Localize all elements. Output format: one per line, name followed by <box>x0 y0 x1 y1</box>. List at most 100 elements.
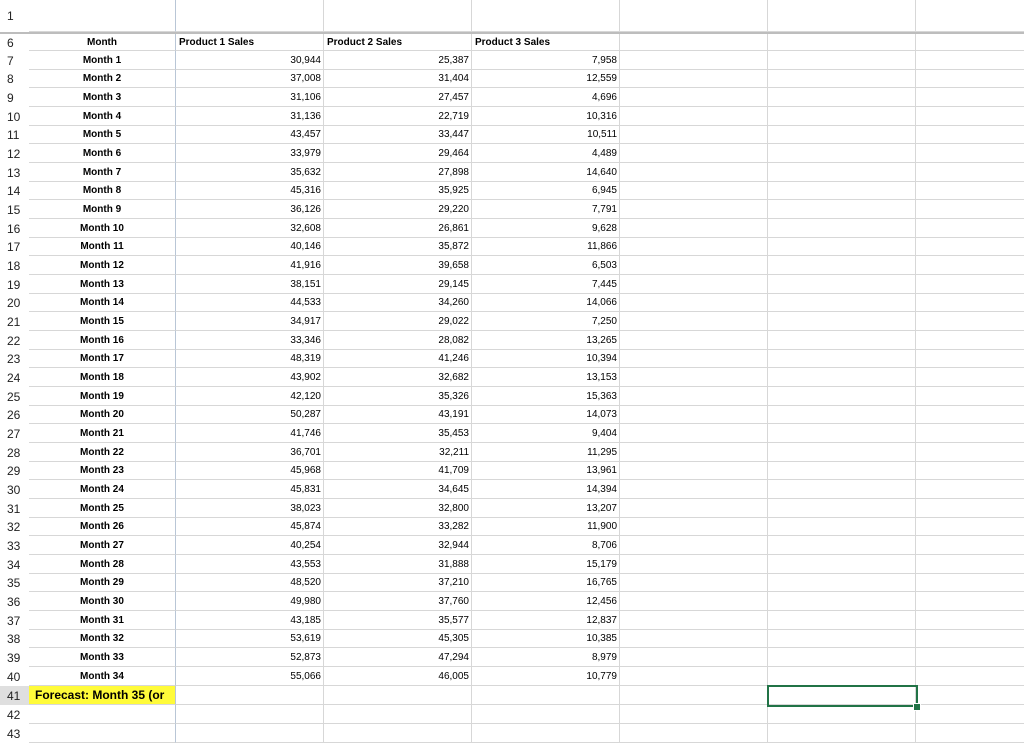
empty-cell[interactable] <box>768 499 916 518</box>
row-header[interactable]: 11 <box>0 126 29 144</box>
product3-sales-cell[interactable]: 12,456 <box>472 592 620 611</box>
empty-cell[interactable] <box>916 424 1024 443</box>
month-cell[interactable]: Month 20 <box>29 406 176 424</box>
row-header[interactable]: 36 <box>0 592 29 611</box>
empty-cell[interactable] <box>768 200 916 219</box>
empty-cell[interactable] <box>620 462 768 480</box>
header-product3-sales[interactable]: Product 3 Sales <box>472 34 620 51</box>
month-cell[interactable]: Month 31 <box>29 611 176 630</box>
month-cell[interactable]: Month 4 <box>29 107 176 126</box>
product3-sales-cell[interactable]: 9,404 <box>472 424 620 443</box>
product1-sales-cell[interactable]: 45,831 <box>176 480 324 499</box>
month-cell[interactable]: Month 19 <box>29 387 176 406</box>
row-header[interactable]: 38 <box>0 630 29 648</box>
month-cell[interactable]: Month 1 <box>29 51 176 70</box>
month-cell[interactable]: Month 16 <box>29 331 176 350</box>
row-header[interactable]: 35 <box>0 574 29 592</box>
empty-cell[interactable] <box>620 88 768 107</box>
product3-sales-cell[interactable]: 9,628 <box>472 219 620 238</box>
empty-cell[interactable] <box>768 0 916 32</box>
row-header[interactable]: 7 <box>0 51 29 70</box>
product2-sales-cell[interactable]: 46,005 <box>324 667 472 686</box>
product1-sales-cell[interactable]: 52,873 <box>176 648 324 667</box>
empty-cell[interactable] <box>620 107 768 126</box>
empty-cell[interactable] <box>916 574 1024 592</box>
product2-sales-cell[interactable]: 22,719 <box>324 107 472 126</box>
empty-cell[interactable] <box>916 368 1024 387</box>
row-header[interactable]: 33 <box>0 536 29 555</box>
empty-cell[interactable] <box>916 518 1024 536</box>
empty-cell[interactable] <box>620 443 768 462</box>
empty-cell[interactable] <box>916 0 1024 32</box>
row-header[interactable]: 18 <box>0 256 29 275</box>
row-header[interactable]: 27 <box>0 424 29 443</box>
product2-sales-cell[interactable]: 47,294 <box>324 648 472 667</box>
empty-cell[interactable] <box>768 331 916 350</box>
month-cell[interactable]: Month 8 <box>29 182 176 200</box>
product2-sales-cell[interactable]: 41,246 <box>324 350 472 368</box>
product2-sales-cell[interactable]: 35,872 <box>324 238 472 256</box>
product2-sales-cell[interactable]: 33,282 <box>324 518 472 536</box>
product3-sales-cell[interactable]: 15,363 <box>472 387 620 406</box>
product1-sales-cell[interactable]: 36,126 <box>176 200 324 219</box>
product2-sales-cell[interactable]: 29,220 <box>324 200 472 219</box>
month-cell[interactable]: Month 2 <box>29 70 176 88</box>
empty-cell[interactable] <box>768 368 916 387</box>
product2-sales-cell[interactable]: 31,404 <box>324 70 472 88</box>
product3-sales-cell[interactable]: 11,866 <box>472 238 620 256</box>
row-header[interactable]: 10 <box>0 107 29 126</box>
empty-cell[interactable] <box>916 331 1024 350</box>
product3-sales-cell[interactable]: 7,791 <box>472 200 620 219</box>
empty-cell[interactable] <box>620 126 768 144</box>
empty-cell[interactable] <box>768 555 916 574</box>
product2-sales-cell[interactable]: 33,447 <box>324 126 472 144</box>
empty-cell[interactable] <box>916 350 1024 368</box>
product3-sales-cell[interactable]: 7,250 <box>472 312 620 331</box>
product3-sales-cell[interactable]: 7,445 <box>472 275 620 294</box>
product3-sales-cell[interactable]: 13,207 <box>472 499 620 518</box>
month-cell[interactable]: Month 33 <box>29 648 176 667</box>
row-header[interactable]: 41 <box>0 686 29 705</box>
product1-sales-cell[interactable]: 45,968 <box>176 462 324 480</box>
product2-sales-cell[interactable]: 32,800 <box>324 499 472 518</box>
product3-sales-cell[interactable]: 11,900 <box>472 518 620 536</box>
empty-cell[interactable] <box>768 275 916 294</box>
empty-cell[interactable] <box>768 107 916 126</box>
empty-cell[interactable] <box>620 144 768 163</box>
empty-cell[interactable] <box>620 424 768 443</box>
month-cell[interactable]: Month 7 <box>29 163 176 182</box>
product3-sales-cell[interactable]: 14,640 <box>472 163 620 182</box>
product3-sales-cell[interactable]: 10,779 <box>472 667 620 686</box>
empty-cell[interactable] <box>29 724 176 743</box>
row-header[interactable]: 26 <box>0 406 29 424</box>
empty-cell[interactable] <box>620 331 768 350</box>
product1-sales-cell[interactable]: 48,520 <box>176 574 324 592</box>
row-header[interactable]: 12 <box>0 144 29 163</box>
empty-cell[interactable] <box>916 219 1024 238</box>
empty-cell[interactable] <box>916 611 1024 630</box>
product1-sales-cell[interactable]: 49,980 <box>176 592 324 611</box>
product1-sales-cell[interactable]: 43,185 <box>176 611 324 630</box>
empty-cell[interactable] <box>768 611 916 630</box>
empty-cell[interactable] <box>916 275 1024 294</box>
month-cell[interactable]: Month 17 <box>29 350 176 368</box>
row-header[interactable]: 37 <box>0 611 29 630</box>
empty-cell[interactable] <box>916 294 1024 312</box>
empty-cell[interactable] <box>472 724 620 743</box>
product2-sales-cell[interactable]: 31,888 <box>324 555 472 574</box>
empty-cell[interactable] <box>620 0 768 32</box>
product2-sales-cell[interactable]: 27,898 <box>324 163 472 182</box>
empty-cell[interactable] <box>620 648 768 667</box>
empty-cell[interactable] <box>768 574 916 592</box>
empty-cell[interactable] <box>29 0 176 32</box>
product1-sales-cell[interactable]: 33,979 <box>176 144 324 163</box>
empty-cell[interactable] <box>916 238 1024 256</box>
empty-cell[interactable] <box>620 350 768 368</box>
product3-sales-cell[interactable]: 4,489 <box>472 144 620 163</box>
month-cell[interactable]: Month 22 <box>29 443 176 462</box>
row-header[interactable]: 29 <box>0 462 29 480</box>
product1-sales-cell[interactable]: 31,136 <box>176 107 324 126</box>
month-cell[interactable]: Month 12 <box>29 256 176 275</box>
empty-cell[interactable] <box>768 387 916 406</box>
empty-cell[interactable] <box>916 499 1024 518</box>
